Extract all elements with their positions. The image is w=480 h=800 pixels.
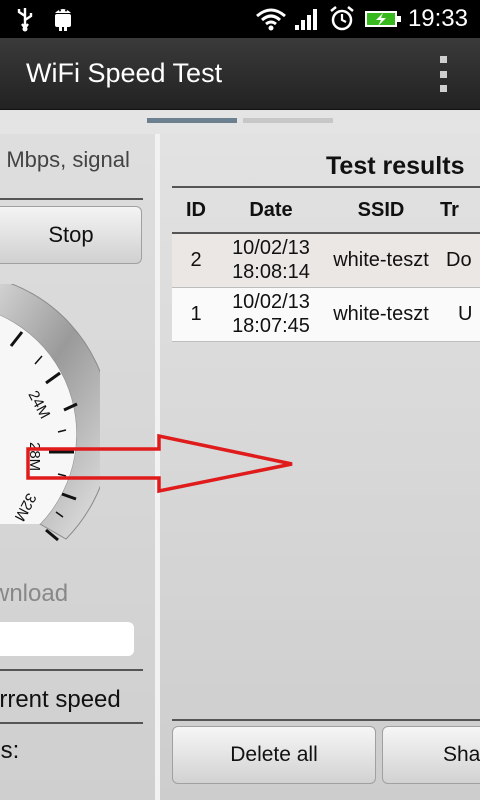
- action-bar: WiFi Speed Test: [0, 38, 480, 110]
- speed-test-panel: 4 Mbps, signal n Stop: [0, 134, 155, 800]
- page-indicator-active: [147, 118, 237, 123]
- signal-icon: [292, 6, 322, 32]
- overflow-menu-icon[interactable]: [436, 56, 450, 92]
- mode-label: wnload: [0, 580, 69, 607]
- row-id: 1: [172, 287, 220, 342]
- speed-gauge: 24M 28M 32M: [0, 279, 112, 564]
- row-date-time: 18:08:14: [232, 261, 310, 284]
- current-speed-label: urrent speed: [0, 686, 121, 713]
- row-ssid: white-teszt: [322, 233, 440, 288]
- results-table: ID Date SSID Tr 2 10/02/13 18:08:14 white…: [172, 186, 480, 342]
- table-header-row: ID Date SSID Tr: [172, 186, 480, 234]
- table-row[interactable]: 1 10/02/13 18:07:45 white-teszt U: [172, 287, 480, 342]
- row-type: U: [440, 287, 480, 342]
- column-header-id[interactable]: ID: [172, 186, 220, 234]
- row-date-day: 10/02/13: [232, 237, 310, 260]
- table-row[interactable]: 2 10/02/13 18:08:14 white-teszt Do: [172, 233, 480, 288]
- delete-all-button[interactable]: Delete all: [172, 726, 376, 784]
- android-debug-icon: [50, 6, 76, 32]
- stop-button[interactable]: Stop: [0, 206, 142, 264]
- column-header-date[interactable]: Date: [220, 186, 322, 234]
- details-label: ils:: [0, 737, 20, 764]
- results-title: Test results: [326, 152, 465, 180]
- speed-info-line2: n: [0, 172, 155, 196]
- battery-charging-icon: [362, 6, 404, 32]
- row-type: Do: [440, 233, 480, 288]
- wifi-icon: [255, 6, 287, 32]
- divider: [0, 669, 143, 671]
- row-date: 10/02/13 18:07:45: [220, 287, 322, 342]
- screen: 19:33 WiFi Speed Test 4 Mbps, signal n S…: [0, 0, 480, 800]
- speed-info-text: 4 Mbps, signal n: [0, 148, 155, 196]
- row-date: 10/02/13 18:08:14: [220, 233, 322, 288]
- speed-info-line1: 4 Mbps, signal: [0, 147, 130, 172]
- divider: [172, 719, 480, 721]
- status-bar: 19:33: [0, 0, 480, 38]
- row-ssid: white-teszt: [322, 287, 440, 342]
- app-title: WiFi Speed Test: [26, 58, 223, 88]
- divider: [0, 198, 143, 200]
- row-id: 2: [172, 233, 220, 288]
- share-button[interactable]: Sha: [382, 726, 480, 784]
- column-header-type[interactable]: Tr: [440, 186, 480, 234]
- column-header-ssid[interactable]: SSID: [322, 186, 440, 234]
- test-results-panel: Test results ID Date SSID Tr 2 10/02/13 1…: [160, 134, 480, 800]
- usb-icon: [14, 6, 36, 32]
- alarm-icon: [328, 6, 356, 32]
- gauge-tick-28m: 28M: [26, 442, 43, 471]
- divider: [0, 722, 143, 724]
- row-date-day: 10/02/13: [232, 291, 310, 313]
- status-time: 19:33: [407, 5, 468, 32]
- page-indicator: [0, 110, 480, 134]
- page-indicator-inactive: [243, 118, 333, 123]
- row-date-time: 18:07:45: [232, 315, 310, 337]
- speed-value-field: [0, 622, 134, 656]
